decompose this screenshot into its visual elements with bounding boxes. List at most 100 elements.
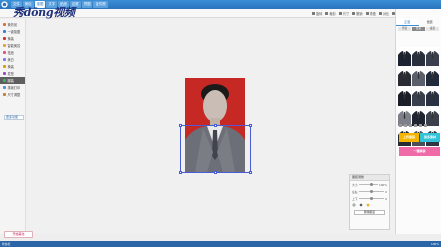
move-icon[interactable] <box>352 203 356 207</box>
resize-handle-top[interactable] <box>214 124 217 127</box>
left-item-label: 祛痘 <box>7 51 14 55</box>
resize-handle-br[interactable] <box>249 171 252 174</box>
adjust-row-value: 0 <box>385 196 387 201</box>
rotate-label: 旋转 <box>316 11 323 16</box>
suit-thumbnail[interactable] <box>412 87 425 106</box>
left-function-panel: 换背景 一键抠图 换装 智能美容 祛痘 美白 换装 发型 服装 排版打印 尺寸调… <box>0 19 26 234</box>
left-item-label: 换装 <box>7 37 14 41</box>
star-icon[interactable] <box>366 203 370 207</box>
left-item-hair[interactable]: 发型 <box>0 70 25 77</box>
suit-thumbnail[interactable] <box>426 67 439 86</box>
suit-thumbnail[interactable] <box>398 47 411 66</box>
vertical-slider[interactable] <box>358 197 385 200</box>
adjust-row-label: 左右 <box>352 189 358 194</box>
horizontal-slider[interactable] <box>358 190 385 193</box>
page-dot[interactable] <box>399 124 402 127</box>
more-functions-link[interactable]: 更多功能 <box>4 115 24 120</box>
left-item-label: 换背景 <box>7 23 18 27</box>
clothing-selection-box[interactable] <box>180 125 251 173</box>
redo-icon <box>365 11 369 15</box>
left-item-background[interactable]: 换背景 <box>0 21 25 28</box>
status-left: 状态栏 <box>2 242 11 246</box>
slider-knob[interactable] <box>370 190 374 193</box>
right-panel-tabs: 正装 便装 <box>396 19 441 26</box>
resize-handle-bottom[interactable] <box>214 171 217 174</box>
suit-thumbnail[interactable] <box>426 87 439 106</box>
suit-thumbnail[interactable] <box>398 87 411 106</box>
delete-clothing-button[interactable]: 删除服装 <box>354 210 385 215</box>
page-dot[interactable] <box>404 124 407 127</box>
redo-button[interactable]: 重做 <box>365 11 376 16</box>
right-material-panel: 正装 便装 男装 女装 童装 上传服装 更多素材 一键换装 <box>395 9 441 234</box>
undo-label: 撤销 <box>356 11 363 16</box>
left-item-print[interactable]: 排版打印 <box>0 84 25 91</box>
page-dot[interactable] <box>414 124 417 127</box>
subtab-men[interactable]: 男装 <box>398 27 411 31</box>
left-item-clothes[interactable]: 服装 <box>0 77 25 84</box>
adjust-row-label: 大小 <box>352 182 358 187</box>
rotate-button[interactable]: 旋转 <box>312 11 322 16</box>
redo-label: 重做 <box>369 11 376 16</box>
background-icon <box>3 23 6 26</box>
left-item-resize[interactable]: 尺寸调整 <box>0 91 25 98</box>
suit-thumbnail[interactable] <box>398 67 411 86</box>
crop-label: 裁剪 <box>329 11 336 16</box>
compare-button[interactable]: 对比 <box>378 11 389 16</box>
page-dot[interactable] <box>419 124 422 127</box>
more-materials-banner[interactable]: 更多素材 <box>420 133 440 142</box>
upload-clothing-banner[interactable]: 上传服装 <box>399 133 419 142</box>
left-item-whiten[interactable]: 美白 <box>0 56 25 63</box>
suit-thumbnail[interactable] <box>412 47 425 66</box>
status-right: 100% <box>431 242 439 246</box>
resize-handle-tr[interactable] <box>249 124 252 127</box>
suit-icon <box>3 37 6 40</box>
subtab-women[interactable]: 女装 <box>412 27 425 31</box>
left-item-label: 排版打印 <box>7 86 21 90</box>
flip-icon[interactable] <box>359 203 363 207</box>
resize-icon <box>3 93 6 96</box>
slider-knob[interactable] <box>370 183 374 186</box>
adjust-row-value: 0 <box>385 189 387 194</box>
page-dot[interactable] <box>409 124 412 127</box>
status-bar: 状态栏 100% <box>0 241 441 247</box>
crop-icon <box>325 11 329 15</box>
suit-thumbnail[interactable] <box>426 107 439 126</box>
adjust-icon-row <box>350 202 389 208</box>
left-item-acne[interactable]: 祛痘 <box>0 49 25 56</box>
resize-handle-tl[interactable] <box>179 124 182 127</box>
resize-handle-bl[interactable] <box>179 171 182 174</box>
one-click-outfit-banner[interactable]: 一键换装 <box>399 147 440 156</box>
left-item-label: 智能美容 <box>7 44 21 48</box>
adjust-row-value: 100% <box>379 182 387 187</box>
compare-icon <box>378 11 382 15</box>
beauty-icon <box>3 44 6 47</box>
slider-knob[interactable] <box>370 197 374 200</box>
left-item-label: 尺寸调整 <box>7 93 21 97</box>
adjust-row-size: 大小 100% <box>350 181 389 188</box>
left-item-label: 服装 <box>7 79 14 83</box>
size-label: 尺寸 <box>342 11 350 16</box>
left-item-smart-beauty[interactable]: 智能美容 <box>0 42 25 49</box>
acne-icon <box>3 51 6 54</box>
adjust-row-label: 上下 <box>352 196 358 201</box>
left-item-outfit[interactable]: 换装 <box>0 63 25 70</box>
watermark-logo: 秀dōng视频 <box>13 6 75 19</box>
clothes-icon <box>3 79 6 82</box>
size-slider[interactable] <box>358 183 378 186</box>
menu-id-photo[interactable]: 证件照 <box>93 1 108 8</box>
suit-page-controls <box>399 124 427 127</box>
left-item-change-suit[interactable]: 换装 <box>0 35 25 42</box>
left-item-oneclick-cutout[interactable]: 一键抠图 <box>0 28 25 35</box>
crop-button[interactable]: 裁剪 <box>325 11 336 16</box>
tab-formal[interactable]: 正装 <box>396 19 419 26</box>
tab-casual[interactable]: 便装 <box>419 19 441 26</box>
menu-collage[interactable]: 拼图 <box>81 1 93 8</box>
suit-thumbnail[interactable] <box>426 47 439 66</box>
right-panel-subtabs: 男装 女装 童装 <box>396 26 441 32</box>
start-beautify-button[interactable]: 开始美化 <box>4 231 33 238</box>
subtab-kids[interactable]: 童装 <box>426 27 439 31</box>
undo-button[interactable]: 撤销 <box>352 11 363 16</box>
page-dot[interactable] <box>424 124 427 127</box>
suit-thumbnail[interactable] <box>412 67 425 86</box>
size-button[interactable]: 尺寸 <box>338 11 350 16</box>
